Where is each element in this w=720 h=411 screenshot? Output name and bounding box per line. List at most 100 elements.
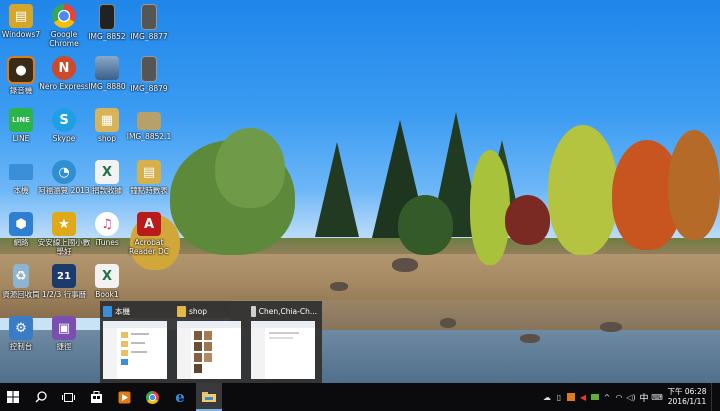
- control-panel-icon: ⚙: [9, 316, 33, 340]
- wallpaper-tree: [398, 195, 453, 255]
- wallpaper-tree: [215, 128, 285, 208]
- acrobat-icon: A: [137, 212, 161, 236]
- recorder-icon: ●: [7, 56, 35, 84]
- ime-label: 中: [639, 393, 649, 404]
- chevron-up-icon[interactable]: ^: [601, 383, 613, 411]
- chrome-icon: [145, 390, 159, 404]
- clock-date: 2016/1/11: [667, 397, 707, 406]
- wifi-icon[interactable]: ◠: [613, 383, 625, 411]
- preview-thumbnail: [251, 321, 315, 379]
- nero-icon: N: [52, 56, 76, 80]
- folder-icon: ▤: [9, 4, 33, 28]
- wallpaper-rock: [600, 322, 622, 332]
- app-tray-icon[interactable]: [565, 383, 577, 411]
- store-button[interactable]: [83, 383, 109, 411]
- edge-button[interactable]: e: [167, 383, 193, 411]
- clock-time: 下午 06:28: [667, 387, 707, 396]
- explorer-thumbnail-graphic: [251, 321, 315, 379]
- search-button[interactable]: [28, 383, 54, 411]
- wallpaper-tree: [505, 195, 550, 245]
- desktop-icon-book1[interactable]: X Book1: [80, 264, 134, 299]
- keyboard-icon[interactable]: ⌨: [651, 383, 663, 411]
- desktop-icon-shortcut[interactable]: ▣ 捷徑: [37, 316, 91, 351]
- volume-muted-red-icon[interactable]: ◀: [577, 383, 589, 411]
- recycle-bin-icon: ♻: [13, 264, 29, 288]
- desktop-icon-img-8877[interactable]: IMG_8877: [122, 4, 176, 41]
- ime-indicator[interactable]: 中: [637, 383, 651, 411]
- desktop-icon-label: IMG_8877: [130, 32, 168, 41]
- desktop-icon-img-8852-1[interactable]: IMG_8852.1: [122, 108, 176, 141]
- network-icon: ⬢: [9, 212, 33, 236]
- preview-window-shop[interactable]: shop: [174, 301, 244, 383]
- task-view-button[interactable]: [55, 383, 81, 411]
- folder-icon: ▦: [95, 108, 119, 132]
- computer-icon: [9, 164, 33, 180]
- chrome-button[interactable]: [139, 383, 165, 411]
- wallpaper-tree: [548, 125, 618, 255]
- desktop-icon-img-8879[interactable]: IMG_8879: [122, 56, 176, 93]
- explorer-thumbnail-graphic: [103, 321, 167, 379]
- folder-icon: [177, 305, 186, 317]
- media-player-button[interactable]: [111, 383, 137, 411]
- usb-drive-icon[interactable]: ▯: [553, 383, 565, 411]
- wallpaper-rock: [440, 318, 456, 328]
- media-player-icon: [118, 391, 130, 403]
- preview-title-row: shop: [177, 305, 243, 317]
- wallpaper-tree: [668, 130, 720, 240]
- preview-title-row: 本機: [103, 305, 169, 317]
- wallpaper-rock: [330, 282, 348, 291]
- preview-window-this-pc[interactable]: 本機: [100, 301, 170, 383]
- clock[interactable]: 下午 06:28 2016/1/11: [663, 387, 711, 407]
- skype-icon: S: [52, 108, 76, 132]
- edge-icon: e: [175, 388, 185, 406]
- preview-window-title: 本機: [115, 306, 130, 316]
- windows-logo-icon: [7, 391, 19, 403]
- system-tray: ☁ ▯ ◀ ^ ◠ ◁) 中 ⌨ 下午 06:28 2016/1/11: [541, 383, 720, 411]
- desktop-icon-label: IMG_8852.1: [126, 132, 172, 141]
- folder-icon: [202, 391, 216, 402]
- line-icon: LINE: [9, 108, 33, 132]
- image-file-icon: [141, 4, 157, 30]
- desktop-icon-hours-sheet[interactable]: ▤ 鐘點時數表: [122, 160, 176, 195]
- preview-thumbnail: [103, 321, 167, 379]
- desktop-icon-label: Book1: [95, 290, 119, 299]
- computer-icon: [103, 305, 112, 317]
- preview-window-document[interactable]: Chen,Chia-Ch...: [248, 301, 318, 383]
- taskbar-window-preview: 本機 shop Chen,Chia-Ch...: [100, 301, 322, 383]
- file-explorer-button[interactable]: [196, 383, 222, 411]
- wallpaper-tree: [470, 150, 510, 265]
- store-icon: [90, 390, 102, 403]
- image-file-icon: [99, 4, 115, 30]
- preview-thumbnail: [177, 321, 241, 379]
- search-icon: [35, 391, 47, 403]
- desktop-icon-label: 捷徑: [56, 342, 72, 351]
- math-game-icon: ★: [52, 212, 76, 236]
- shortcut-icon: ▣: [52, 316, 76, 340]
- desktop-icon-label: IMG_8879: [130, 84, 168, 93]
- desktop-icon-label: Acrobat Reader DC: [129, 238, 169, 256]
- volume-icon[interactable]: ◁): [625, 383, 637, 411]
- preview-window-title: shop: [189, 306, 208, 316]
- calendar-icon: 21: [52, 264, 76, 288]
- preview-window-title: Chen,Chia-Ch...: [258, 306, 317, 316]
- start-button[interactable]: [0, 383, 26, 411]
- browser-icon: ◔: [52, 160, 76, 184]
- wallpaper-rock: [520, 334, 540, 343]
- document-icon: ▤: [137, 160, 161, 184]
- document-icon: [251, 305, 256, 317]
- wallpaper-pine: [315, 142, 359, 237]
- desktop-icon-label: 鐘點時數表: [130, 186, 168, 195]
- image-file-icon: [95, 56, 119, 80]
- desktop-icon-acrobat-reader[interactable]: A Acrobat Reader DC: [122, 212, 176, 256]
- show-desktop-button[interactable]: [711, 383, 720, 411]
- spreadsheet-icon: X: [95, 160, 119, 184]
- chrome-icon: [52, 4, 76, 28]
- taskbar: e ☁ ▯ ◀ ^ ◠ ◁) 中 ⌨ 下午 06:28 2016/1/11: [0, 383, 720, 411]
- cloud-icon[interactable]: ☁: [541, 383, 553, 411]
- wallpaper-rock: [392, 258, 418, 272]
- spreadsheet-icon: X: [95, 264, 119, 288]
- itunes-icon: ♫: [95, 212, 119, 236]
- preview-title-row: Chen,Chia-Ch...: [251, 305, 317, 317]
- battery-icon[interactable]: [589, 383, 601, 411]
- explorer-thumbnail-graphic: [177, 321, 241, 379]
